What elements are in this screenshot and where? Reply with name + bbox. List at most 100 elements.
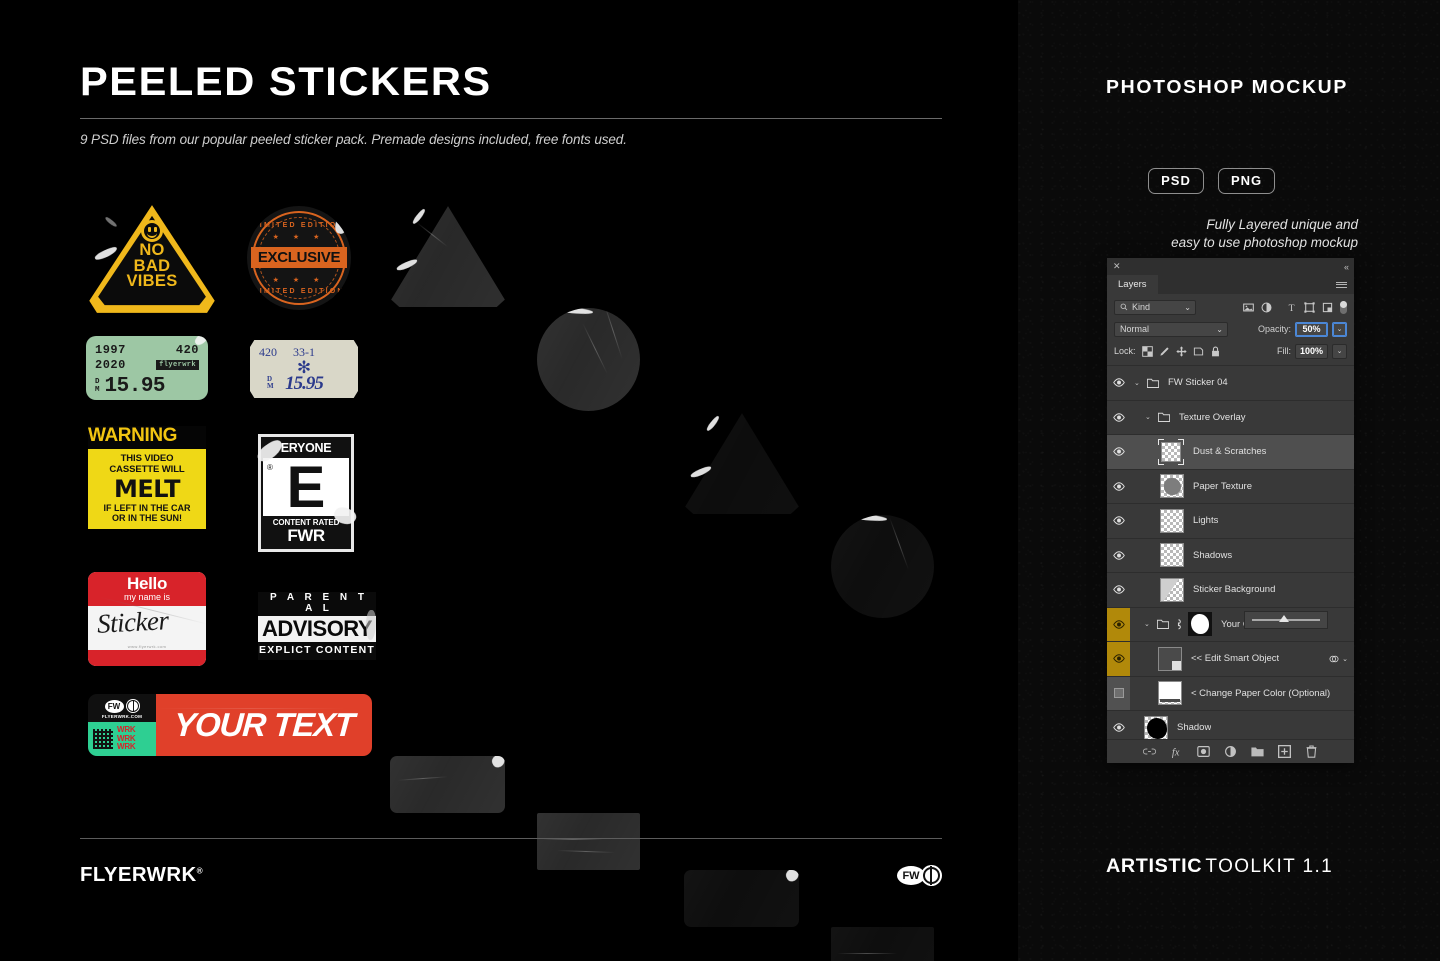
layer-visibility-toggle[interactable] — [1107, 401, 1130, 435]
close-icon[interactable]: ✕ — [1113, 262, 1121, 271]
sticker-grid: NO BAD VIBES LIMITED EDITION ★ ★ ★ EXCLU… — [80, 186, 960, 961]
left-showcase-panel: PEELED STICKERS 9 PSD files from our pop… — [0, 0, 1018, 961]
eye-icon — [1112, 413, 1125, 422]
chevron-down-icon[interactable]: ⌄ — [1144, 620, 1152, 628]
ptag-year1: 1997 — [95, 343, 126, 357]
chevron-down-icon: ⌄ — [1184, 302, 1191, 312]
link-layers-icon[interactable] — [1174, 618, 1183, 631]
opacity-slider-popup[interactable] — [1244, 611, 1328, 629]
delete-layer-icon[interactable] — [1305, 745, 1318, 758]
collapse-icon[interactable]: « — [1344, 262, 1349, 272]
opacity-slider-thumb[interactable] — [1279, 615, 1290, 622]
layer-thumbnail[interactable] — [1188, 612, 1212, 637]
layer-name: << Edit Smart Object — [1191, 653, 1280, 665]
eye-icon — [1112, 516, 1125, 525]
link-layers-icon[interactable] — [1143, 745, 1156, 758]
layers-list: ⌄ FW Sticker 04 ⌄ Texture Overlay Dust &… — [1107, 365, 1354, 746]
new-adjustment-layer-icon[interactable] — [1224, 745, 1237, 758]
table-row[interactable]: Paper Texture — [1107, 469, 1354, 504]
type-layer-filter-icon[interactable]: T — [1286, 302, 1297, 313]
filter-enable-toggle[interactable] — [1340, 300, 1347, 314]
new-group-icon[interactable] — [1251, 745, 1264, 758]
panel-titlebar: ✕ « — [1107, 258, 1354, 275]
sticker-warning-melt: WARNING THIS VIDEO CASSETTE WILL MELT IF… — [88, 426, 206, 529]
layer-visibility-toggle[interactable] — [1107, 366, 1130, 400]
chevron-down-icon[interactable]: ⌄ — [1145, 413, 1153, 421]
layer-visibility-toggle[interactable] — [1107, 642, 1130, 676]
tab-layers[interactable]: Layers — [1107, 275, 1158, 294]
layer-thumbnail[interactable] — [1158, 681, 1182, 706]
opacity-stepper[interactable]: ⌄ — [1332, 321, 1347, 337]
layer-visibility-toggle[interactable] — [1107, 539, 1130, 573]
layer-filter-row: Kind ⌄ T — [1107, 297, 1354, 317]
layer-thumbnail[interactable] — [1160, 474, 1184, 499]
layer-name: Sticker Background — [1193, 584, 1276, 596]
chevron-down-icon[interactable]: ⌄ — [1342, 655, 1348, 663]
panel-tabs: Layers — [1107, 275, 1354, 294]
layer-visibility-toggle[interactable] — [1107, 470, 1130, 504]
right-panel-title: PHOTOSHOP MOCKUP — [1106, 76, 1349, 97]
adjustment-layer-filter-icon[interactable] — [1261, 302, 1272, 313]
table-row[interactable]: < Change Paper Color (Optional) — [1107, 676, 1354, 711]
table-row[interactable]: ⌄ Texture Overlay — [1107, 400, 1354, 435]
smart-object-filter-icon[interactable] — [1322, 302, 1333, 313]
chevron-down-icon: ⌄ — [1216, 324, 1223, 334]
fw-badge-icon: FW — [104, 699, 124, 713]
pixel-layer-filter-icon[interactable] — [1243, 302, 1254, 313]
eye-icon — [1112, 620, 1125, 629]
table-row[interactable]: Dust & Scratches — [1107, 435, 1354, 470]
layer-name: Shadows — [1193, 549, 1233, 561]
layer-visibility-toggle[interactable] — [1107, 435, 1130, 469]
table-row[interactable]: Shadows — [1107, 538, 1354, 573]
lock-label: Lock: — [1114, 346, 1136, 356]
sticker-your-text-banner: FW FLYERWRK.COM WRK WRK WRK YOUR TEXT — [88, 694, 372, 756]
visibility-off-icon — [1113, 688, 1124, 699]
badge-psd: PSD — [1148, 168, 1204, 194]
shape-layer-filter-icon[interactable] — [1304, 301, 1315, 313]
layer-visibility-toggle[interactable] — [1107, 573, 1130, 607]
layer-thumbnail[interactable] — [1160, 577, 1184, 602]
fill-input[interactable]: 100% — [1295, 343, 1328, 359]
lock-artboard-nesting-icon[interactable] — [1193, 346, 1204, 357]
banner-wrk3: WRK — [117, 742, 136, 752]
layer-thumbnail[interactable] — [1158, 646, 1182, 671]
blank-sticker-triangle-2 — [684, 411, 800, 515]
layers-panel-toolbar: fx — [1107, 739, 1354, 763]
layer-name: Dust & Scratches — [1193, 446, 1267, 458]
hello-heading: Hello — [126, 574, 168, 593]
table-row[interactable]: Sticker Background — [1107, 573, 1354, 608]
fill-label: Fill: — [1277, 346, 1291, 356]
layer-style-fx-icon[interactable]: fx — [1170, 745, 1183, 758]
opacity-input[interactable]: 50% — [1295, 321, 1328, 337]
table-row[interactable]: << Edit Smart Object ⌄ — [1107, 642, 1354, 677]
chevron-down-icon[interactable]: ⌄ — [1134, 379, 1142, 387]
page-subtitle: 9 PSD files from our popular peeled stic… — [80, 132, 627, 147]
hello-url: www.flyerwrk.com — [127, 644, 167, 649]
layer-effects-icon[interactable] — [1329, 654, 1339, 664]
eye-icon — [1112, 482, 1125, 491]
opacity-label: Opacity: — [1257, 324, 1291, 334]
panel-menu-icon[interactable] — [1336, 275, 1354, 294]
table-row[interactable]: Lights — [1107, 504, 1354, 539]
lock-position-icon[interactable] — [1175, 345, 1187, 357]
layer-thumbnail[interactable] — [1160, 543, 1184, 568]
table-row[interactable]: ⌄ FW Sticker 04 — [1107, 366, 1354, 401]
filter-kind-dropdown[interactable]: Kind ⌄ — [1114, 299, 1196, 315]
layer-visibility-toggle[interactable] — [1107, 607, 1130, 641]
lock-image-pixels-icon[interactable] — [1159, 346, 1170, 357]
layer-thumbnail[interactable] — [1158, 438, 1184, 465]
new-layer-icon[interactable] — [1278, 745, 1291, 758]
fill-stepper[interactable]: ⌄ — [1332, 343, 1347, 359]
layer-thumbnail[interactable] — [1144, 715, 1168, 740]
eye-icon — [1112, 654, 1125, 663]
layer-thumbnail[interactable] — [1160, 508, 1184, 533]
lock-all-icon[interactable] — [1210, 345, 1221, 357]
lock-transparent-pixels-icon[interactable] — [1141, 345, 1153, 357]
layer-visibility-toggle[interactable] — [1107, 504, 1130, 538]
blend-mode-dropdown[interactable]: Normal ⌄ — [1114, 321, 1228, 337]
mockup-presentation-page: PEELED STICKERS 9 PSD files from our pop… — [0, 0, 1440, 961]
layer-visibility-toggle[interactable] — [1107, 676, 1130, 710]
add-layer-mask-icon[interactable] — [1197, 745, 1210, 758]
opacity-slider-track[interactable] — [1252, 615, 1320, 622]
photoshop-layers-panel[interactable]: ✕ « Layers Kind ⌄ T Normal ⌄ Opacity: 50… — [1107, 258, 1354, 763]
